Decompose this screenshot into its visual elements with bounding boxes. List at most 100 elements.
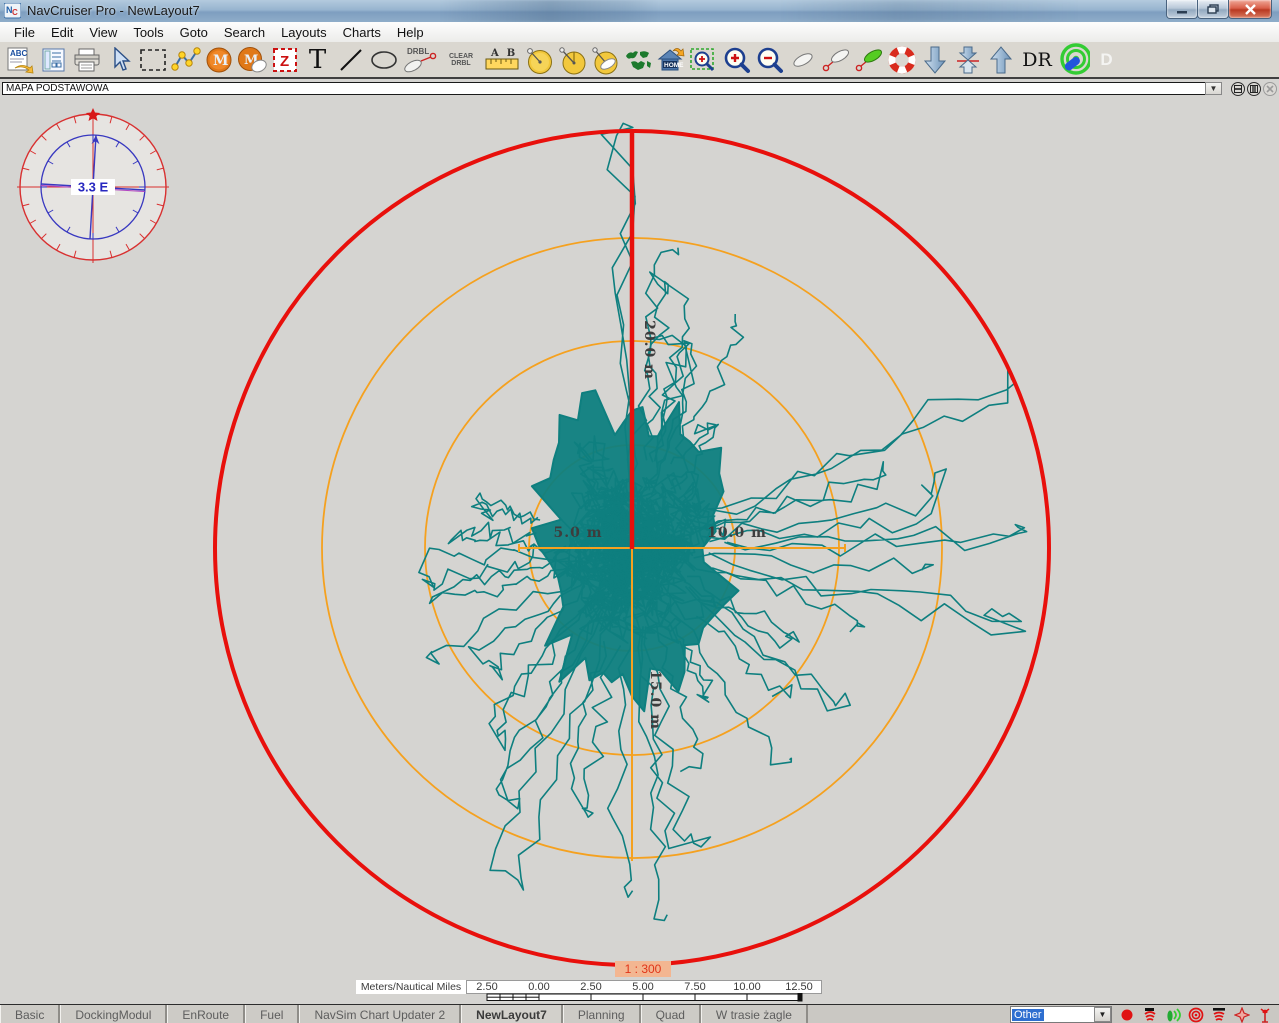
close-button[interactable] <box>1228 0 1272 19</box>
tab-basic[interactable]: Basic <box>0 1005 60 1023</box>
selection-rectangle-icon <box>139 48 167 72</box>
home-button[interactable]: HOME <box>654 43 687 76</box>
tab-fuel[interactable]: Fuel <box>245 1005 299 1023</box>
world-map-button[interactable] <box>621 43 654 76</box>
a-label: A <box>490 48 499 59</box>
layout-category-value: Other <box>1012 1009 1044 1021</box>
tab-planning[interactable]: Planning <box>563 1005 641 1023</box>
form-view-icon <box>41 47 67 73</box>
window-title: NavCruiser Pro - NewLayout7 <box>27 3 200 18</box>
bearing-line-dial-button[interactable] <box>555 43 588 76</box>
zoom-out-icon <box>755 46 785 74</box>
sonar-fan-icon[interactable] <box>1210 1007 1227 1023</box>
tab-enroute[interactable]: EnRoute <box>167 1005 245 1023</box>
pointer-tool-button[interactable] <box>103 43 136 76</box>
marker-erase-icon: M <box>237 46 267 74</box>
dead-reckoning-button[interactable]: DR <box>1017 43 1057 76</box>
zoom-in-button[interactable] <box>720 43 753 76</box>
m-label: M <box>213 53 229 69</box>
boat-dial-button[interactable] <box>588 43 621 76</box>
layout-category-dropdown-button[interactable]: ▼ <box>1094 1007 1111 1022</box>
scale-tick-label: 5.00 <box>632 981 653 993</box>
form-view-button[interactable] <box>37 43 70 76</box>
layout-category-selector[interactable]: Other ▼ <box>1010 1006 1112 1023</box>
zone-tool-button[interactable]: Z <box>268 43 301 76</box>
drbl-label: DRBL <box>407 47 429 56</box>
clear-drbl-button[interactable]: CLEARDRBL <box>440 43 482 76</box>
scale-tick-label: 7.50 <box>684 981 705 993</box>
line-tool-button[interactable] <box>334 43 367 76</box>
measure-ruler-icon: AB <box>483 46 521 74</box>
gps-signal-icon[interactable] <box>1164 1007 1181 1023</box>
marker-button[interactable]: M <box>202 43 235 76</box>
bearing-dial-icon <box>524 45 554 75</box>
menu-item-help[interactable]: Help <box>389 23 432 42</box>
tab-w-trasie-żagle[interactable]: W trasie żagle <box>701 1005 808 1023</box>
tab-newlayout7[interactable]: NewLayout7 <box>461 1005 563 1023</box>
target-rings-icon[interactable] <box>1187 1007 1204 1023</box>
menu-item-edit[interactable]: Edit <box>43 23 81 42</box>
route-edit-button[interactable] <box>169 43 202 76</box>
gps-position-button[interactable] <box>1057 43 1090 76</box>
b-label: B <box>507 48 515 59</box>
text-tool-button[interactable]: T <box>301 43 334 76</box>
print-button[interactable] <box>70 43 103 76</box>
boat-track-green-button[interactable] <box>852 43 885 76</box>
chart-window-minimize-button[interactable] <box>1231 82 1245 96</box>
zoom-area-button[interactable] <box>687 43 720 76</box>
svg-text:AB: AB <box>490 48 515 59</box>
radio-antenna-icon[interactable] <box>1256 1007 1273 1023</box>
bearing-dial-button[interactable] <box>522 43 555 76</box>
d-indicator[interactable]: D <box>1090 43 1123 76</box>
scale-unit-label: Meters/Nautical Miles <box>356 980 467 994</box>
boat-symbol-button[interactable] <box>786 43 819 76</box>
lifebuoy-icon <box>887 45 917 75</box>
menu-item-view[interactable]: View <box>81 23 125 42</box>
zoom-in-icon <box>722 46 752 74</box>
background-window-ghost <box>440 0 660 22</box>
arrow-down-icon <box>923 45 947 75</box>
minimize-button[interactable] <box>1166 0 1198 19</box>
ellipse-tool-button[interactable] <box>367 43 400 76</box>
chart-selector-dropdown-button[interactable]: ▼ <box>1205 82 1222 95</box>
menu-item-search[interactable]: Search <box>216 23 273 42</box>
arrow-up-icon <box>989 45 1013 75</box>
tab-dockingmodul[interactable]: DockingModul <box>60 1005 167 1023</box>
restore-button[interactable] <box>1197 0 1229 19</box>
record-indicator-icon[interactable] <box>1118 1007 1135 1023</box>
chart-window-close-button[interactable] <box>1263 82 1277 96</box>
measure-ab-button[interactable]: AB <box>482 43 522 76</box>
boat-track-icon <box>820 46 852 74</box>
drbl-button[interactable]: DRBL <box>400 43 440 76</box>
tab-quad[interactable]: Quad <box>641 1005 701 1023</box>
compass-star-icon[interactable] <box>1233 1007 1250 1023</box>
marker-erase-button[interactable]: M <box>235 43 268 76</box>
move-down-button[interactable] <box>918 43 951 76</box>
menu-item-tools[interactable]: Tools <box>125 23 171 42</box>
menu-item-file[interactable]: File <box>6 23 43 42</box>
dr-label: DR <box>1022 49 1052 71</box>
boat-dial-icon <box>589 45 621 75</box>
variation-label: 3.3 E <box>78 180 109 195</box>
alarm-horn-icon[interactable] <box>1141 1007 1158 1023</box>
menu-item-charts[interactable]: Charts <box>335 23 389 42</box>
boat-track-button[interactable] <box>819 43 852 76</box>
chart-selector[interactable]: MAPA PODSTAWOWA <box>2 82 1212 95</box>
mob-button[interactable] <box>885 43 918 76</box>
zoom-out-button[interactable] <box>753 43 786 76</box>
chart-canvas[interactable]: 5.0 m10.0 m20.0 m15.0 m 3.3 E 1 : 300 Me… <box>0 97 1279 1004</box>
scale-ratio-label: 1 : 300 <box>615 961 671 977</box>
menu-item-layouts[interactable]: Layouts <box>273 23 335 42</box>
move-up-button[interactable] <box>984 43 1017 76</box>
radar-display: 5.0 m10.0 m20.0 m15.0 m <box>0 97 1279 1004</box>
titlebar[interactable]: NC NavCruiser Pro - NewLayout7 <box>0 0 1279 23</box>
report-export-button[interactable]: ABC <box>4 43 37 76</box>
home-label: HOME <box>664 62 684 69</box>
depth-limits-button[interactable] <box>951 43 984 76</box>
boat-outline-icon <box>790 48 816 72</box>
world-map-icon <box>623 48 653 72</box>
menu-item-goto[interactable]: Goto <box>172 23 216 42</box>
tab-navsim-chart-updater-2[interactable]: NavSim Chart Updater 2 <box>299 1005 461 1023</box>
chart-window-maximize-button[interactable] <box>1247 82 1261 96</box>
select-area-button[interactable] <box>136 43 169 76</box>
